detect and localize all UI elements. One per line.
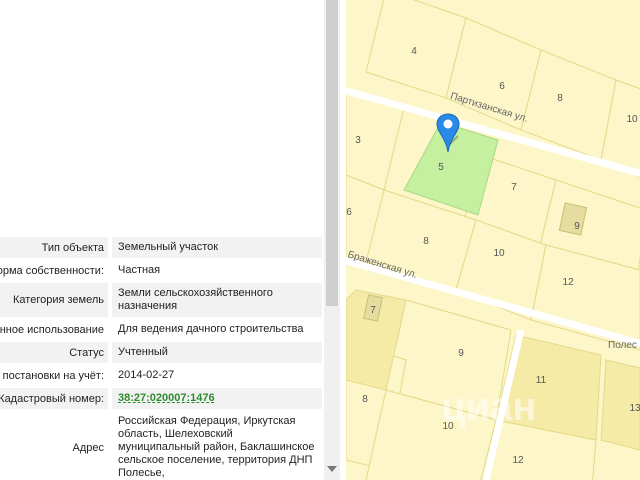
plot-number: 6 <box>346 207 352 218</box>
cadastral-map[interactable]: Партизанская ул. Браженская ул. Полес 4 … <box>346 0 640 480</box>
scrollbar[interactable] <box>324 0 340 480</box>
property-row-status: Статус Учтенный <box>0 342 322 365</box>
property-label: Статус <box>69 346 104 359</box>
property-label: Категория земель <box>13 294 104 306</box>
watermark-text: циан <box>441 385 537 429</box>
plot-number: 12 <box>512 455 524 466</box>
scrollbar-thumb[interactable] <box>326 0 338 306</box>
plot-number: 4 <box>411 46 417 57</box>
street-label-polesye: Полес <box>608 340 637 351</box>
property-table: Тип объекта Земельный участок Форма собс… <box>0 237 322 480</box>
property-value: Российская Федерация, Иркутская область,… <box>112 411 322 480</box>
property-label: Тип объекта <box>41 241 104 254</box>
scroll-down-arrow-icon[interactable] <box>327 466 337 472</box>
property-value: Для ведения дачного строительства <box>112 319 322 340</box>
plot-number: 7 <box>511 182 517 193</box>
property-value: Учтенный <box>112 342 322 363</box>
property-row-land-category: Категория земель Земли сельскохозяйствен… <box>0 283 322 319</box>
plot-number: 9 <box>574 221 580 232</box>
plot-number: 11 <box>536 375 547 386</box>
property-value: Земельный участок <box>112 237 322 258</box>
property-value: Частная <box>112 260 322 281</box>
property-label: Дата постановки на учёт: <box>0 369 104 382</box>
property-label: Кадастровый номер: <box>0 392 104 405</box>
plot-number: 8 <box>557 93 563 104</box>
property-info-panel: Тип объекта Земельный участок Форма собс… <box>0 0 340 480</box>
cadastral-number-link[interactable]: 38:27:020007:1476 <box>112 388 322 409</box>
property-label: Разрешенное использование <box>0 323 104 336</box>
plot-number: 10 <box>626 114 638 125</box>
plot-number: 12 <box>562 277 574 288</box>
plot-number: 8 <box>362 394 368 405</box>
plot-number: 10 <box>493 248 505 259</box>
property-row-ownership: Форма собственности: Частная <box>0 260 322 283</box>
property-row-address: Адрес Российская Федерация, Иркутская об… <box>0 411 322 480</box>
plot-number: 13 <box>629 403 640 414</box>
property-value: 2014-02-27 <box>112 365 322 386</box>
plot-number: 3 <box>355 135 361 146</box>
property-label: Форма собственности: <box>0 264 104 277</box>
property-row-cadastral-number: Кадастровый номер: 38:27:020007:1476 <box>0 388 322 411</box>
plot-number: 6 <box>499 81 505 92</box>
plot-number: 9 <box>458 348 464 359</box>
plot-number: 7 <box>370 305 376 316</box>
property-label: Адрес <box>72 441 105 454</box>
property-row-permitted-use: Разрешенное использование Для ведения да… <box>0 319 322 342</box>
plot-number: 8 <box>423 236 429 247</box>
property-row-object-type: Тип объекта Земельный участок <box>0 237 322 260</box>
plot-number: 5 <box>438 162 444 173</box>
map-canvas: Партизанская ул. Браженская ул. Полес 4 … <box>346 0 640 480</box>
property-row-registration-date: Дата постановки на учёт: 2014-02-27 <box>0 365 322 388</box>
property-value: Земли сельскохозяйственного назначения <box>112 283 322 317</box>
